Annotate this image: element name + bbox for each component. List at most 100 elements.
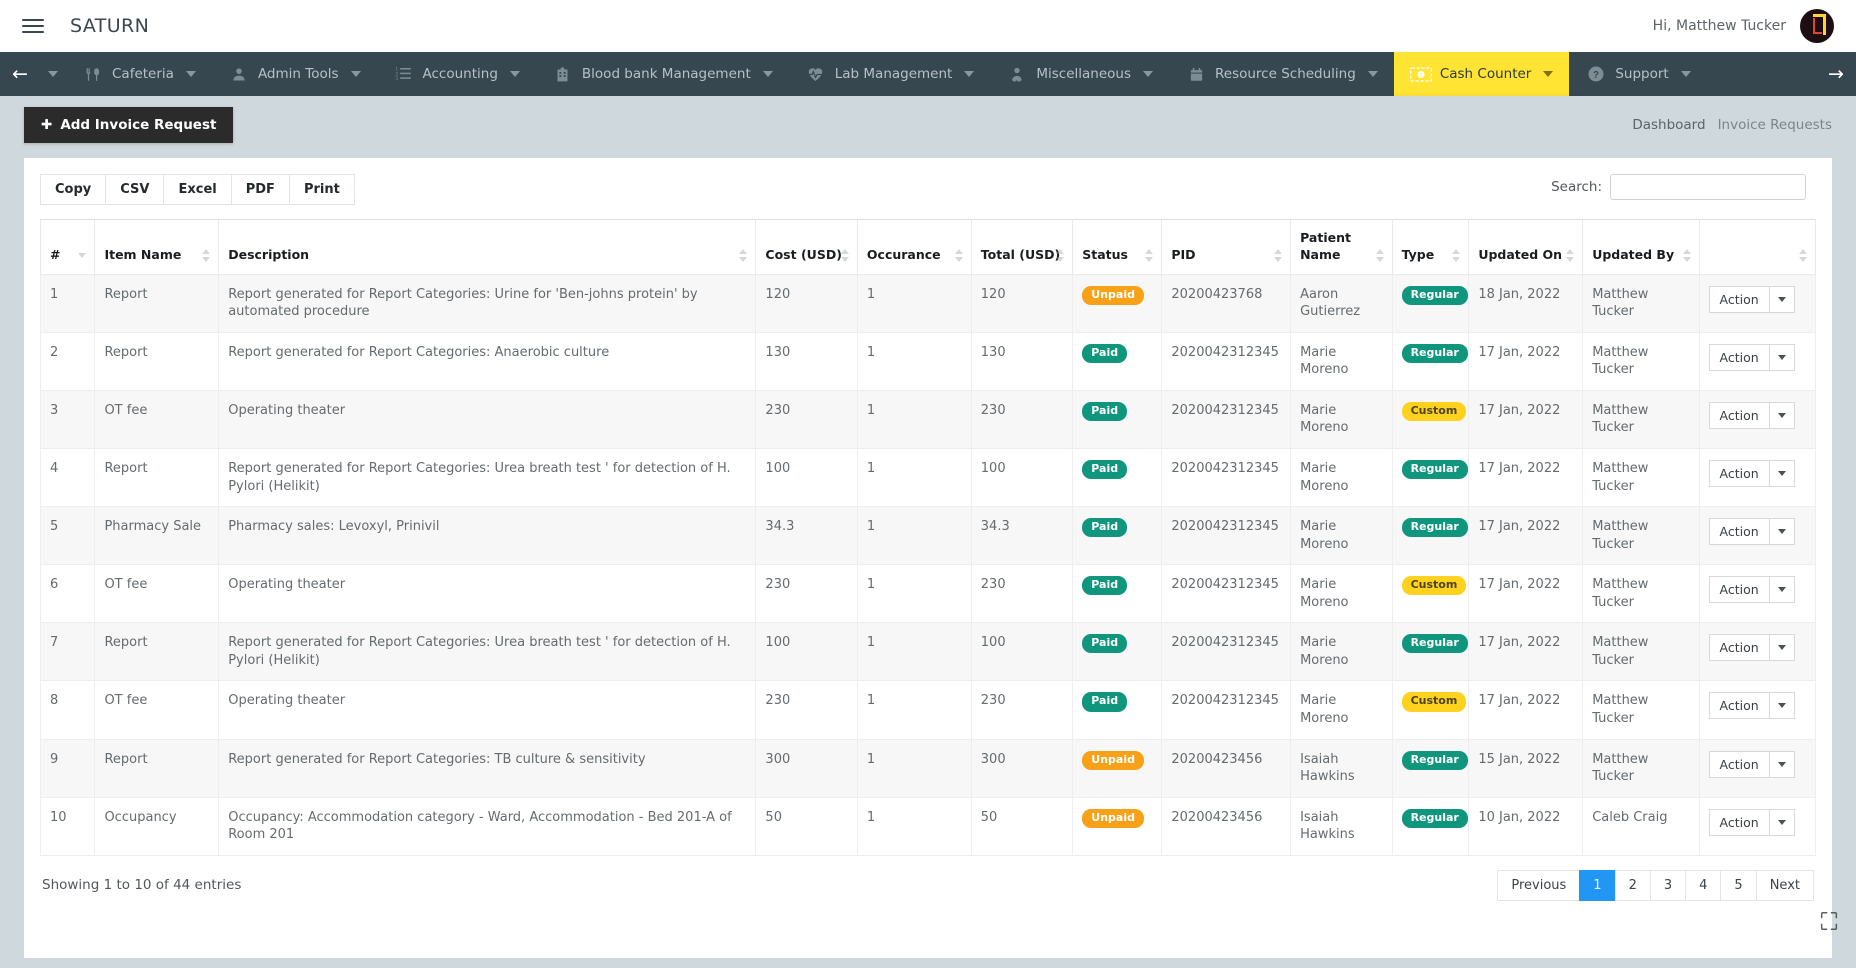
cell-updated-by: Matthew Tucker [1582,389,1700,450]
sort-icon[interactable] [739,248,748,262]
nav-scroll-left-icon[interactable]: ← [0,52,40,96]
action-button[interactable]: Action [1708,576,1770,604]
sort-icon[interactable] [1145,248,1154,262]
table-row[interactable]: 3 OT fee Operating theater 230 1 230 Paid 20200… [39,389,1817,450]
nav-item-resource-scheduling[interactable]: Resource Scheduling [1169,52,1394,96]
breadcrumb-invoice-requests: Invoice Requests [1717,117,1832,133]
pagination-page-1[interactable]: 1 [1579,869,1616,901]
action-button[interactable]: Action [1708,808,1770,836]
action-chevron-down-icon[interactable] [1769,692,1795,720]
search-input[interactable] [1610,174,1806,200]
pagination-previous-button[interactable]: Previous [1497,869,1581,901]
column-header-description[interactable]: Description [218,219,757,275]
action-button[interactable]: Action [1708,750,1770,778]
nav-item-accounting[interactable]: 1 2 3 Accounting [377,52,536,96]
table-footer: Showing 1 to 10 of 44 entries Previous 1 2… [40,869,1816,901]
sort-icon[interactable] [1799,248,1808,262]
sort-icon[interactable] [1682,248,1692,262]
column-header-total-usd[interactable]: Total (USD) [970,219,1074,275]
export-pdf-button[interactable]: PDF [230,174,290,205]
action-button[interactable]: Action [1708,285,1770,313]
cell-item-name: Report [94,622,220,682]
action-chevron-down-icon[interactable] [1769,634,1795,662]
nav-item-admin-tools[interactable]: Admin Tools [212,52,377,96]
breadcrumb-dashboard[interactable]: Dashboard [1632,117,1705,133]
action-button[interactable]: Action [1708,518,1770,546]
column-header-[interactable]: # [39,219,96,275]
column-header-pid[interactable]: PID [1161,219,1292,275]
nav-item-overflow[interactable] [40,52,66,96]
action-chevron-down-icon[interactable] [1769,460,1795,488]
sort-icon[interactable] [840,248,850,262]
table-row[interactable]: 9 Report Report generated for Report Categ… [39,738,1817,798]
sort-icon[interactable] [1274,248,1283,262]
sort-icon[interactable] [1375,248,1385,262]
table-row[interactable]: 5 Pharmacy Sale Pharmacy sales: Levoxyl, P… [39,506,1817,566]
export-excel-button[interactable]: Excel [163,174,232,205]
pagination-next-button[interactable]: Next [1755,869,1814,901]
sort-desc-icon[interactable] [78,249,87,262]
pagination-page-3[interactable]: 3 [1649,869,1687,901]
nav-item-support[interactable]: ? Support [1569,52,1706,96]
nav-item-lab-management[interactable]: Lab Management [789,52,991,96]
export-copy-button[interactable]: Copy [40,174,107,205]
cell-patient-name: Marie Moreno [1290,331,1393,391]
column-header-type[interactable]: Type [1391,219,1470,275]
hamburger-icon[interactable] [22,15,44,37]
cell-cost: 100 [755,448,858,508]
action-chevron-down-icon[interactable] [1769,518,1795,546]
action-chevron-down-icon[interactable] [1769,808,1795,836]
table-row[interactable]: 2 Report Report generated for Report Categ… [39,331,1817,391]
action-button[interactable]: Action [1708,343,1770,371]
status-badge: Paid [1082,634,1128,654]
export-print-button[interactable]: Print [288,174,355,205]
table-row[interactable]: 4 Report Report generated for Report Categ… [39,448,1817,508]
action-button[interactable]: Action [1708,401,1770,429]
nav-item-blood-bank-management[interactable]: Blood bank Management [536,52,789,96]
action-button[interactable]: Action [1708,692,1770,720]
column-header-updated-on[interactable]: Updated On [1468,219,1584,275]
action-chevron-down-icon[interactable] [1769,576,1795,604]
action-chevron-down-icon[interactable] [1769,401,1795,429]
status-badge: Paid [1082,576,1128,596]
action-button[interactable]: Action [1708,634,1770,662]
sort-icon[interactable] [954,248,964,262]
add-invoice-request-button[interactable]: ✚ Add Invoice Request [24,107,234,143]
column-header-updated-by[interactable]: Updated By [1582,219,1700,275]
sort-icon[interactable] [1452,248,1461,262]
sort-icon[interactable] [202,248,211,262]
export-csv-button[interactable]: CSV [105,174,165,205]
action-button[interactable]: Action [1708,460,1770,488]
action-chevron-down-icon[interactable] [1769,343,1795,371]
sort-icon[interactable] [1566,248,1575,262]
nav-item-miscellaneous[interactable]: Miscellaneous [990,52,1169,96]
column-header-cost-usd[interactable]: Cost (USD) [755,219,858,275]
column-header-item-name[interactable]: Item Name [94,219,220,275]
table-row[interactable]: 6 OT fee Operating theater 230 1 230 Paid 20200… [39,564,1817,624]
cell-row-number: 2 [39,331,96,391]
action-chevron-down-icon[interactable] [1769,750,1795,778]
pagination-page-2[interactable]: 2 [1614,869,1651,901]
nav-item-cafeteria[interactable]: Cafeteria [66,52,212,96]
cell-status: Unpaid [1072,796,1163,856]
column-header-actions[interactable] [1698,219,1817,275]
cell-action: Action [1698,738,1817,798]
column-header-label: Total (USD) [980,246,1061,262]
avatar[interactable] [1800,9,1834,43]
table-row[interactable]: 10 Occupancy Occupancy: Accommodation cate… [39,796,1817,856]
table-row[interactable]: 1 Report Report generated for Report Categ… [39,273,1817,333]
column-header-patient-name[interactable]: Patient Name [1290,219,1393,275]
table-row[interactable]: 8 OT fee Operating theater 230 1 230 Paid 20200… [39,680,1817,740]
nav-item-cash-counter[interactable]: 1Cash CounterInvoice RequestsInvoices [1393,52,1570,96]
cell-occurance: 1 [856,680,972,740]
action-chevron-down-icon[interactable] [1769,285,1795,313]
cell-total: 230 [970,680,1074,740]
pagination-page-4[interactable]: 4 [1685,869,1722,901]
sort-icon[interactable] [1056,248,1065,262]
table-row[interactable]: 7 Report Report generated for Report Categ… [39,622,1817,682]
pagination-page-5[interactable]: 5 [1720,869,1757,901]
column-header-occurance[interactable]: Occurance [856,219,972,275]
nav-scroll-right-icon[interactable]: → [1816,52,1856,96]
nav-item-label: Blood bank Management [581,66,751,82]
column-header-status[interactable]: Status [1072,219,1163,275]
